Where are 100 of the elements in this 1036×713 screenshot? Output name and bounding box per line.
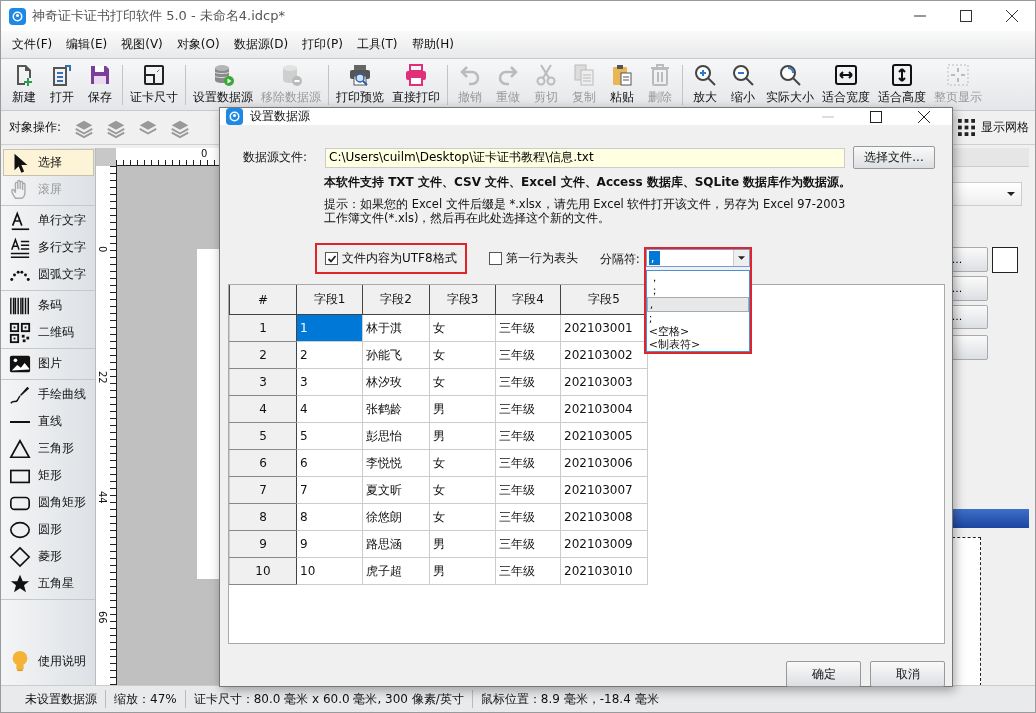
- menu-item[interactable]: 对象(O): [169, 36, 227, 53]
- browse-button[interactable]: 选择文件...: [853, 146, 935, 169]
- row-header[interactable]: 3: [229, 368, 297, 396]
- toolbar-button[interactable]: 实际大小: [762, 63, 818, 106]
- checkbox[interactable]: 文件内容为UTF8格式: [325, 250, 457, 267]
- dropdown-option[interactable]: ;: [646, 312, 749, 325]
- table-cell[interactable]: 夏文昕: [362, 476, 430, 504]
- table-cell[interactable]: 林汐玫: [362, 368, 430, 396]
- table-cell[interactable]: 10: [296, 557, 363, 585]
- table-cell[interactable]: 6: [296, 449, 363, 477]
- dropdown-option[interactable]: ，: [646, 271, 749, 284]
- table-cell[interactable]: 202103004: [560, 395, 648, 423]
- close-icon[interactable]: [1006, 10, 1018, 22]
- menu-item[interactable]: 文件(F): [5, 36, 60, 53]
- table-cell[interactable]: 三年级: [495, 341, 561, 369]
- row-header[interactable]: 7: [229, 476, 297, 504]
- toolbar-button[interactable]: 打开: [43, 63, 81, 106]
- table-cell[interactable]: 女: [429, 449, 496, 477]
- tool-button[interactable]: 菱形: [3, 543, 94, 570]
- checkbox[interactable]: 第一行为表头: [488, 250, 578, 267]
- menu-item[interactable]: 编辑(E): [59, 36, 115, 53]
- row-header[interactable]: 1: [229, 314, 297, 342]
- row-header[interactable]: 4: [229, 395, 297, 423]
- tool-button[interactable]: 图片: [3, 350, 94, 377]
- toolbar-button[interactable]: 新建: [5, 63, 43, 106]
- toolbar-button[interactable]: 放大: [686, 63, 724, 106]
- toolbar-button[interactable]: 设置数据源: [189, 63, 257, 106]
- toolbar-button[interactable]: 粘贴: [603, 63, 641, 106]
- help-button[interactable]: 使用说明: [3, 642, 94, 680]
- table-cell[interactable]: 三年级: [495, 503, 561, 531]
- tool-button[interactable]: 三角形: [3, 435, 94, 462]
- toolbar-button[interactable]: 打印预览: [332, 63, 388, 106]
- row-header[interactable]: 9: [229, 530, 297, 558]
- tool-button[interactable]: 手绘曲线: [3, 381, 94, 408]
- show-grid-label[interactable]: 显示网格: [981, 119, 1029, 136]
- separator-dropdown[interactable]: ,: [645, 249, 750, 267]
- close-icon[interactable]: [918, 110, 930, 123]
- menu-item[interactable]: 打印(P): [295, 36, 350, 53]
- table-cell[interactable]: 202103006: [560, 449, 648, 477]
- dialog-button[interactable]: 确定: [786, 661, 861, 687]
- tool-button[interactable]: 圆角矩形: [3, 489, 94, 516]
- dropdown-option[interactable]: ,: [646, 297, 749, 312]
- maximize-icon[interactable]: [870, 110, 882, 123]
- table-cell[interactable]: 三年级: [495, 395, 561, 423]
- table-cell[interactable]: 三年级: [495, 476, 561, 504]
- table-cell[interactable]: 路思涵: [362, 530, 430, 558]
- table-cell[interactable]: 202103010: [560, 557, 648, 585]
- column-header[interactable]: #: [229, 285, 297, 315]
- table-cell[interactable]: 202103005: [560, 422, 648, 450]
- table-cell[interactable]: 林于淇: [362, 314, 430, 342]
- table-cell[interactable]: 男: [429, 395, 496, 423]
- table-cell[interactable]: 9: [296, 530, 363, 558]
- menu-item[interactable]: 帮助(H): [404, 36, 461, 53]
- table-cell[interactable]: 5: [296, 422, 363, 450]
- column-header[interactable]: 字段2: [362, 285, 430, 315]
- maximize-icon[interactable]: [960, 10, 972, 22]
- menu-item[interactable]: 工具(T): [349, 36, 405, 53]
- toolbar-button[interactable]: 适合宽度: [818, 63, 874, 106]
- table-cell[interactable]: 男: [429, 530, 496, 558]
- table-cell[interactable]: 女: [429, 341, 496, 369]
- table-cell[interactable]: 3: [296, 368, 363, 396]
- tool-button[interactable]: 五角星: [3, 570, 94, 597]
- table-cell[interactable]: 7: [296, 476, 363, 504]
- toolbar-button[interactable]: 证卡尺寸: [126, 63, 182, 106]
- table-cell[interactable]: 三年级: [495, 557, 561, 585]
- table-cell[interactable]: 202103007: [560, 476, 648, 504]
- table-cell[interactable]: 202103009: [560, 530, 648, 558]
- table-cell[interactable]: 三年级: [495, 368, 561, 396]
- tool-button[interactable]: 圆形: [3, 516, 94, 543]
- table-cell[interactable]: 三年级: [495, 314, 561, 342]
- table-cell[interactable]: 4: [296, 395, 363, 423]
- table-cell[interactable]: 彭思怡: [362, 422, 430, 450]
- tool-button[interactable]: 条码: [3, 292, 94, 319]
- row-header[interactable]: 5: [229, 422, 297, 450]
- table-cell[interactable]: 三年级: [495, 530, 561, 558]
- table-cell[interactable]: 1: [296, 314, 363, 342]
- tool-button[interactable]: 单行文字: [3, 207, 94, 234]
- row-header[interactable]: 2: [229, 341, 297, 369]
- tool-button[interactable]: 圆弧文字: [3, 261, 94, 288]
- tool-button[interactable]: 矩形: [3, 462, 94, 489]
- tool-button[interactable]: 选择: [3, 149, 94, 176]
- grid-icon[interactable]: [958, 119, 975, 136]
- tool-button[interactable]: 直线: [3, 408, 94, 435]
- toolbar-button[interactable]: 适合高度: [874, 63, 930, 106]
- column-header[interactable]: 字段3: [429, 285, 496, 315]
- dropdown-option[interactable]: <制表符>: [646, 338, 749, 351]
- column-header[interactable]: 字段4: [495, 285, 561, 315]
- table-cell[interactable]: 女: [429, 368, 496, 396]
- toolbar-button[interactable]: 缩小: [724, 63, 762, 106]
- table-cell[interactable]: 孙能飞: [362, 341, 430, 369]
- row-header[interactable]: 6: [229, 449, 297, 477]
- table-cell[interactable]: 2: [296, 341, 363, 369]
- table-cell[interactable]: 三年级: [495, 449, 561, 477]
- dropdown-option[interactable]: <空格>: [646, 325, 749, 338]
- menu-item[interactable]: 视图(V): [114, 36, 170, 53]
- table-cell[interactable]: 女: [429, 314, 496, 342]
- toolbar-button[interactable]: 保存: [81, 63, 119, 106]
- table-cell[interactable]: 女: [429, 476, 496, 504]
- dialog-button[interactable]: 取消: [870, 661, 945, 687]
- menu-item[interactable]: 数据源(D): [226, 36, 296, 53]
